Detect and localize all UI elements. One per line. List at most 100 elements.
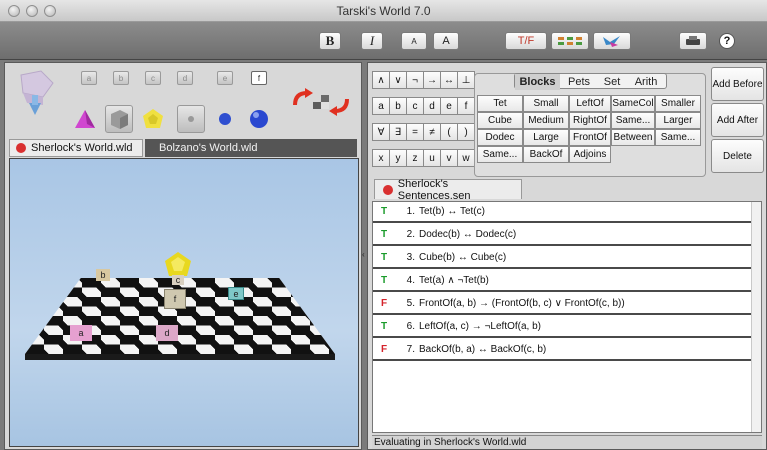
- predicate-larger[interactable]: Larger: [655, 112, 701, 129]
- verify-all-button[interactable]: [551, 32, 589, 50]
- predicate-dodec[interactable]: Dodec: [477, 129, 523, 146]
- close-tab-icon[interactable]: [16, 143, 26, 153]
- add-before-button[interactable]: Add Before: [711, 67, 764, 101]
- predicate-leftof[interactable]: LeftOf: [569, 95, 611, 112]
- key-a[interactable]: a: [372, 97, 390, 115]
- key-w[interactable]: w: [457, 149, 475, 167]
- smaller-font-button[interactable]: A: [401, 32, 427, 50]
- game-button[interactable]: [593, 32, 631, 50]
- world-pane: a b c d e f Sherlock's World.wld Bolzano…: [4, 62, 362, 450]
- block-f[interactable]: f: [164, 289, 186, 309]
- block-c[interactable]: [164, 251, 192, 277]
- key-x[interactable]: x: [372, 149, 390, 167]
- predicate-samecol[interactable]: SameCol: [611, 95, 655, 112]
- tab-arith[interactable]: Arith: [626, 74, 666, 90]
- world-view[interactable]: c b f e a d: [9, 158, 359, 447]
- add-after-button[interactable]: Add After: [711, 103, 764, 137]
- tet-shape-button[interactable]: [71, 105, 99, 133]
- sentence-row-7[interactable]: F 7. BackOf(b, a) ↔ BackOf(c, b): [373, 340, 751, 361]
- sentence-row-3[interactable]: T 3. Cube(b) ↔ Cube(c): [373, 248, 751, 269]
- predicate-backof[interactable]: BackOf: [523, 146, 569, 163]
- italic-button[interactable]: I: [361, 32, 383, 50]
- bold-button[interactable]: B: [319, 32, 341, 50]
- key-z[interactable]: z: [406, 149, 424, 167]
- small-size-button[interactable]: [177, 105, 205, 133]
- predicate-samesize[interactable]: Same...: [655, 129, 701, 146]
- label-button-f[interactable]: f: [251, 71, 267, 85]
- tab-sherlocks-sentences[interactable]: Sherlock's Sentences.sen: [374, 178, 522, 202]
- key-f[interactable]: f: [457, 97, 475, 115]
- tab-set[interactable]: Set: [598, 74, 626, 90]
- vertical-scrollbar[interactable]: [751, 202, 761, 432]
- predicate-between[interactable]: Between: [611, 129, 655, 146]
- key-iff[interactable]: ↔: [440, 71, 458, 89]
- key-u[interactable]: u: [423, 149, 441, 167]
- key-not[interactable]: ¬: [406, 71, 424, 89]
- dodec-shape-button[interactable]: [139, 105, 167, 133]
- tab-pets[interactable]: Pets: [560, 74, 598, 90]
- sentence-number: 3.: [406, 252, 415, 263]
- key-forall[interactable]: ∀: [372, 123, 390, 141]
- predicate-rightof[interactable]: RightOf: [569, 112, 611, 129]
- key-b[interactable]: b: [389, 97, 407, 115]
- label-button-b[interactable]: b: [113, 71, 129, 85]
- verify-button[interactable]: T/F: [505, 32, 547, 50]
- larger-font-button[interactable]: A: [433, 32, 459, 50]
- key-implies[interactable]: →: [423, 71, 441, 89]
- label-button-c[interactable]: c: [145, 71, 161, 85]
- sentence-number: 5.: [406, 298, 415, 309]
- block-d[interactable]: d: [156, 325, 178, 341]
- sentence-row-4[interactable]: T 4. Tet(a) ∧ ¬Tet(b): [373, 271, 751, 292]
- key-close-paren[interactable]: ): [457, 123, 475, 141]
- predicate-cube[interactable]: Cube: [477, 112, 523, 129]
- key-d[interactable]: d: [423, 97, 441, 115]
- key-not-equals[interactable]: ≠: [423, 123, 441, 141]
- block-e[interactable]: e: [228, 287, 244, 300]
- predicate-smaller[interactable]: Smaller: [655, 95, 701, 112]
- key-or[interactable]: ∨: [389, 71, 407, 89]
- cube-shape-button[interactable]: [105, 105, 133, 133]
- help-icon[interactable]: ?: [719, 33, 735, 49]
- key-exists[interactable]: ∃: [389, 123, 407, 141]
- predicate-sameshape[interactable]: Same...: [477, 146, 523, 163]
- predicate-samerow[interactable]: Same...: [611, 112, 655, 129]
- tab-label: Bolzano's World.wld: [159, 142, 258, 154]
- truth-value: T: [381, 321, 388, 332]
- sentence-row-6[interactable]: T 6. LeftOf(a, c) → ¬LeftOf(a, b): [373, 317, 751, 338]
- key-and[interactable]: ∧: [372, 71, 390, 89]
- predicate-large[interactable]: Large: [523, 129, 569, 146]
- medium-size-button[interactable]: [211, 105, 239, 133]
- key-c[interactable]: c: [406, 97, 424, 115]
- predicate-medium[interactable]: Medium: [523, 112, 569, 129]
- sentence-number: 7.: [406, 344, 415, 355]
- truth-value: T: [381, 206, 388, 217]
- rotate-world-icon[interactable]: [289, 85, 353, 119]
- predicate-tet[interactable]: Tet: [477, 95, 523, 112]
- tab-blocks[interactable]: Blocks: [515, 74, 560, 90]
- block-b[interactable]: b: [96, 269, 110, 281]
- label-button-d[interactable]: d: [177, 71, 193, 85]
- sentence-list[interactable]: T 1. Tet(b) ↔ Tet(c) T 2. Dodec(b) ↔ Dod…: [372, 201, 762, 433]
- label-button-e[interactable]: e: [217, 71, 233, 85]
- key-open-paren[interactable]: (: [440, 123, 458, 141]
- label-button-a[interactable]: a: [81, 71, 97, 85]
- tab-bolzanos-world[interactable]: Bolzano's World.wld: [145, 139, 357, 157]
- sentence-row-2[interactable]: T 2. Dodec(b) ↔ Dodec(c): [373, 225, 751, 246]
- sentence-row-5[interactable]: F 5. FrontOf(a, b) → (FrontOf(b, c) ∨ Fr…: [373, 294, 751, 315]
- key-bottom[interactable]: ⊥: [457, 71, 475, 89]
- predicate-adjoins[interactable]: Adjoins: [569, 146, 611, 163]
- tab-sherlocks-world[interactable]: Sherlock's World.wld: [9, 139, 143, 157]
- tab-label: Sherlock's World.wld: [31, 142, 133, 154]
- close-tab-icon[interactable]: [383, 184, 393, 195]
- sentence-row-1[interactable]: T 1. Tet(b) ↔ Tet(c): [373, 202, 751, 223]
- key-e[interactable]: e: [440, 97, 458, 115]
- predicate-frontof[interactable]: FrontOf: [569, 129, 611, 146]
- print-button[interactable]: [679, 32, 707, 50]
- key-y[interactable]: y: [389, 149, 407, 167]
- block-a[interactable]: a: [70, 325, 92, 341]
- key-v[interactable]: v: [440, 149, 458, 167]
- predicate-small[interactable]: Small: [523, 95, 569, 112]
- key-equals[interactable]: =: [406, 123, 424, 141]
- delete-button[interactable]: Delete: [711, 139, 764, 173]
- large-size-button[interactable]: [245, 105, 273, 133]
